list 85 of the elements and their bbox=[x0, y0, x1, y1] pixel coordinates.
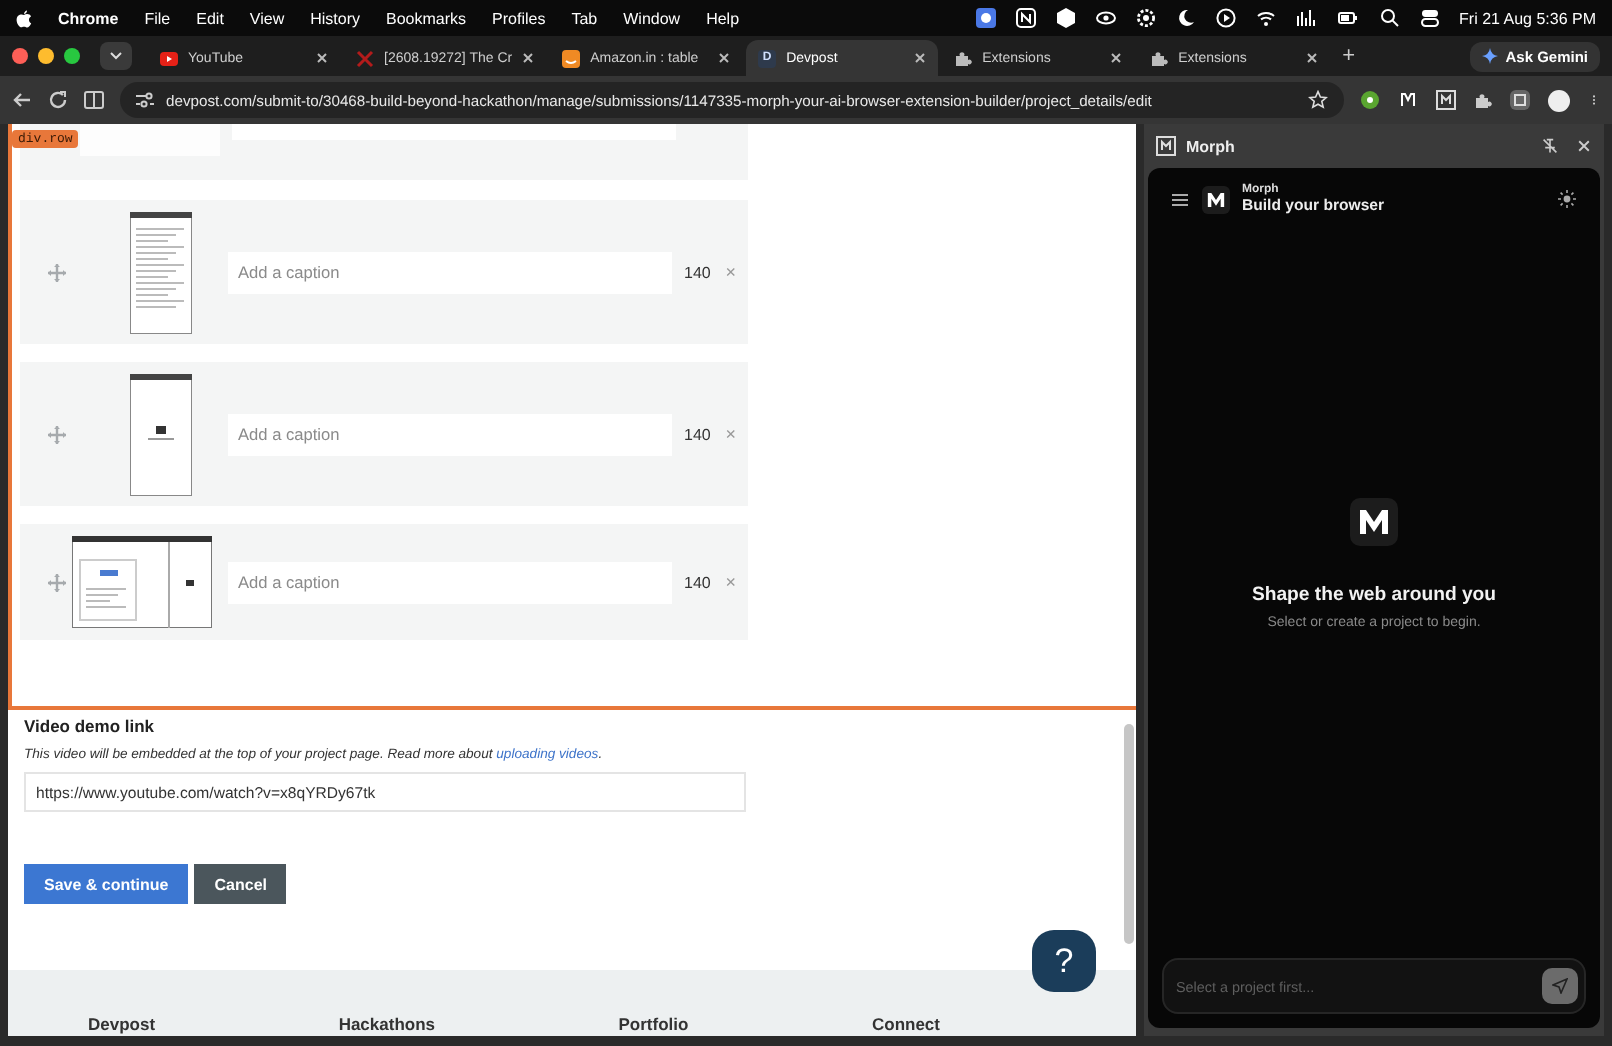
puzzle-icon bbox=[1150, 49, 1169, 67]
save-button[interactable]: Save & continue bbox=[24, 864, 189, 904]
menu-item[interactable]: History bbox=[310, 9, 361, 27]
puzzle-icon bbox=[954, 49, 973, 67]
star-icon[interactable] bbox=[1308, 90, 1328, 110]
extension-dot-icon[interactable] bbox=[1360, 90, 1380, 110]
footer-heading: Hackathons bbox=[338, 1014, 435, 1034]
site-settings-icon[interactable] bbox=[136, 92, 154, 108]
footer-heading: Devpost bbox=[88, 1014, 156, 1034]
x-logo-icon bbox=[356, 49, 374, 67]
new-tab-button[interactable]: + bbox=[1342, 44, 1356, 68]
close-window-button[interactable] bbox=[12, 48, 28, 64]
battery-icon[interactable] bbox=[1335, 8, 1360, 28]
screenshot-thumbnail bbox=[129, 373, 191, 495]
sun-icon[interactable] bbox=[1558, 190, 1576, 208]
sparkle-icon bbox=[1481, 48, 1498, 64]
scrollbar[interactable] bbox=[1124, 724, 1134, 944]
split-view-icon[interactable] bbox=[84, 90, 104, 110]
side-panel-icon[interactable] bbox=[1510, 90, 1530, 110]
puzzle-icon bbox=[1474, 91, 1492, 109]
close-icon[interactable] bbox=[522, 52, 535, 64]
cancel-button[interactable]: Cancel bbox=[194, 864, 287, 904]
close-icon[interactable] bbox=[1306, 52, 1319, 64]
close-icon[interactable] bbox=[1110, 52, 1123, 64]
record-icon[interactable] bbox=[975, 8, 996, 28]
help-button[interactable]: ? bbox=[1032, 930, 1096, 992]
menu-item[interactable]: Help bbox=[706, 9, 740, 27]
m-logo-icon bbox=[1202, 185, 1230, 213]
character-count: 140 bbox=[682, 425, 711, 443]
drag-handle-icon[interactable] bbox=[47, 573, 65, 591]
square-logo-icon[interactable] bbox=[1015, 8, 1036, 28]
character-count: 140 bbox=[682, 263, 711, 281]
send-button[interactable] bbox=[1542, 968, 1578, 1004]
footer-heading: Connect bbox=[871, 1014, 940, 1034]
menu-item[interactable]: Edit bbox=[196, 9, 224, 27]
field-label: Video demo link bbox=[24, 716, 157, 736]
chevron-down-icon bbox=[110, 52, 122, 60]
caption-field[interactable]: Add a caption bbox=[228, 251, 672, 293]
menu-item[interactable]: Window bbox=[623, 9, 681, 27]
caption-field[interactable]: Add a caption bbox=[228, 561, 672, 603]
close-icon[interactable] bbox=[1576, 136, 1592, 156]
smile-logo-icon bbox=[562, 49, 581, 67]
apple-logo-icon[interactable] bbox=[16, 9, 32, 27]
minimize-window-button[interactable] bbox=[38, 48, 54, 64]
menu-item[interactable]: Profiles bbox=[492, 9, 546, 27]
moon-icon[interactable] bbox=[1175, 8, 1196, 28]
menu-item[interactable]: View bbox=[249, 9, 285, 27]
reload-icon[interactable] bbox=[48, 90, 68, 110]
menu-item[interactable]: Tab bbox=[571, 9, 598, 27]
m-logo-icon[interactable] bbox=[1398, 90, 1418, 110]
menu-icon[interactable] bbox=[1170, 189, 1190, 209]
wifi-icon[interactable] bbox=[1255, 8, 1276, 28]
back-icon[interactable] bbox=[12, 90, 32, 110]
search-icon[interactable] bbox=[1379, 8, 1400, 28]
empty-state-heading: Shape the web around you bbox=[1251, 584, 1497, 606]
play-circle-icon[interactable] bbox=[1215, 8, 1236, 28]
send-icon bbox=[1552, 978, 1568, 994]
zoom-window-button[interactable] bbox=[64, 48, 80, 64]
close-icon[interactable] bbox=[718, 52, 731, 64]
screenshot-thumbnail bbox=[72, 536, 212, 628]
clock[interactable]: Fri 21 Aug 5:36 PM bbox=[1459, 9, 1596, 27]
caption-field[interactable]: Add a caption bbox=[228, 413, 672, 455]
m-logo-icon bbox=[1350, 498, 1398, 546]
character-count: 140 bbox=[682, 573, 711, 591]
close-icon[interactable] bbox=[316, 52, 328, 64]
m-square-icon bbox=[1156, 136, 1176, 156]
m-square-icon[interactable] bbox=[1436, 90, 1456, 110]
screenshot-thumbnail bbox=[129, 211, 191, 333]
tab-list-button[interactable] bbox=[100, 42, 132, 70]
footer-heading: Portfolio bbox=[618, 1014, 689, 1034]
gear-icon[interactable] bbox=[1135, 8, 1156, 28]
menu-item[interactable]: Bookmarks bbox=[386, 9, 467, 27]
cube-icon[interactable] bbox=[1055, 8, 1076, 28]
avatar[interactable] bbox=[1548, 89, 1570, 111]
drag-handle-icon[interactable] bbox=[47, 263, 65, 281]
drag-handle-icon[interactable] bbox=[47, 425, 65, 443]
menu-app-name[interactable]: Chrome bbox=[58, 9, 119, 27]
video-icon bbox=[160, 51, 178, 65]
panel-title: Morph bbox=[1186, 137, 1235, 155]
unpin-icon[interactable] bbox=[1542, 136, 1558, 156]
bars-icon[interactable] bbox=[1295, 8, 1316, 28]
toggles-icon[interactable] bbox=[1419, 8, 1440, 28]
eye-icon[interactable] bbox=[1095, 8, 1116, 28]
menu-item[interactable]: File bbox=[144, 9, 171, 27]
close-icon[interactable] bbox=[914, 52, 927, 64]
